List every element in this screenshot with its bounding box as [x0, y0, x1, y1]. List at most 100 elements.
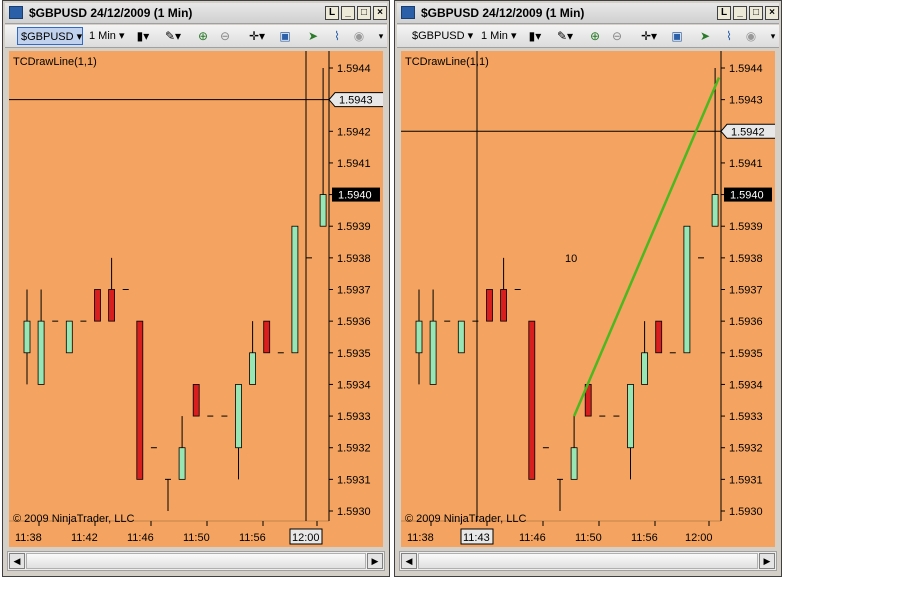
chart-window-left[interactable]: $GBPUSD 24/12/2009 (1 Min) L _ □ × $GBPU…	[2, 0, 390, 577]
drawing-tool-icon[interactable]: ✎▾	[165, 29, 181, 43]
candle-up	[570, 447, 578, 480]
chart-trader-icon[interactable]: ◉	[351, 29, 367, 43]
chart-app-icon	[401, 6, 415, 19]
chart-canvas[interactable]: 1.5944 1.5943 1.5942 1.5941 1.5940 1.5939 1.59…	[401, 51, 775, 547]
horizontal-scrollbar[interactable]: ◀ ▶	[399, 551, 777, 571]
candle-down	[655, 320, 663, 354]
time-tick-label: 11:38	[407, 532, 434, 544]
symbol-dropdown[interactable]: $GBPUSD ▾	[17, 27, 83, 45]
zoom-out-icon[interactable]: ⊖	[609, 29, 625, 43]
link-button[interactable]: L	[325, 6, 339, 20]
maximize-button[interactable]: □	[749, 6, 763, 20]
interval-dropdown[interactable]: 1 Min ▾	[89, 27, 124, 45]
price-tick-label: 1.5932	[337, 443, 371, 455]
toolbar-overflow-icon[interactable]: ▾	[765, 29, 781, 43]
indicators-icon[interactable]: ⌇	[721, 29, 737, 43]
candle-down	[136, 320, 144, 480]
window-title: $GBPUSD 24/12/2009 (1 Min)	[421, 6, 585, 20]
scroll-right-arrow-icon[interactable]: ▶	[367, 553, 383, 569]
candle-up	[319, 194, 327, 227]
crosshair-icon[interactable]: ✛▾	[249, 29, 265, 43]
properties-icon[interactable]: ▣	[277, 29, 293, 43]
price-tick-label: 1.5933	[729, 411, 763, 423]
price-tick-label: 1.5936	[729, 316, 763, 328]
drawing-tool-icon[interactable]: ✎▾	[557, 29, 573, 43]
candle-down	[263, 320, 271, 354]
current-price-marker: 1.5940	[724, 187, 772, 202]
price-tick-label: 1.5930	[337, 506, 371, 518]
price-tick-label: 1.5941	[337, 158, 371, 170]
strategies-icon[interactable]: ➤	[305, 29, 321, 43]
candle-down	[528, 320, 536, 480]
candle-down	[94, 289, 101, 322]
price-tick-label: 1.5938	[729, 253, 763, 265]
window-title: $GBPUSD 24/12/2009 (1 Min)	[29, 6, 193, 20]
candle-up	[249, 352, 257, 385]
interval-dropdown[interactable]: 1 Min ▾	[481, 27, 516, 45]
indicator-label: TCDrawLine(1,1)	[13, 56, 97, 68]
time-tick-label: 11:50	[575, 532, 602, 544]
zoom-in-icon[interactable]: ⊕	[195, 29, 211, 43]
current-price-label: 1.5940	[730, 190, 764, 202]
candle-down	[192, 384, 200, 417]
price-chart[interactable]: 1.5944 1.5943 1.5942 1.5941 1.5940 1.5939 1.59…	[401, 51, 775, 547]
candle-up	[37, 320, 45, 385]
zoom-in-icon[interactable]: ⊕	[587, 29, 603, 43]
price-tick-label: 1.5938	[337, 253, 371, 265]
candle-up	[429, 320, 437, 385]
price-tick-label: 1.5944	[337, 63, 371, 75]
candle-down	[486, 289, 493, 322]
cursor-time-marker: 11:43	[460, 528, 494, 545]
price-tick-label: 1.5944	[729, 63, 763, 75]
current-price-marker: 1.5940	[332, 187, 380, 202]
title-bar[interactable]: $GBPUSD 24/12/2009 (1 Min) L _ □ ×	[397, 3, 779, 24]
price-tick-label: 1.5943	[729, 95, 763, 107]
chart-app-icon	[9, 6, 23, 19]
chart-toolbar: $GBPUSD ▾ 1 Min ▾ ▮▾ ✎▾ ⊕ ⊖ ✛▾ ▣ ➤ ⌇ ◉ ▾	[5, 25, 387, 48]
crosshair-icon[interactable]: ✛▾	[641, 29, 657, 43]
close-button[interactable]: ×	[765, 6, 779, 20]
price-tick-label: 1.5937	[729, 285, 763, 297]
link-button[interactable]: L	[717, 6, 731, 20]
price-tick-label: 1.5934	[729, 379, 763, 391]
candle-up	[683, 225, 691, 354]
candle-up	[711, 194, 719, 227]
horizontal-scrollbar[interactable]: ◀ ▶	[7, 551, 385, 571]
chart-canvas[interactable]: 1.5944 1.5943 1.5942 1.5941 1.5940 1.5939 1.59…	[9, 51, 383, 547]
scroll-left-arrow-icon[interactable]: ◀	[9, 553, 25, 569]
price-tick-label: 1.5930	[729, 506, 763, 518]
cursor-price-label: 1.5943	[339, 95, 373, 107]
price-tick-label: 1.5931	[729, 474, 763, 486]
candle-up	[291, 225, 299, 354]
time-tick-label: 11:46	[127, 532, 154, 544]
properties-icon[interactable]: ▣	[669, 29, 685, 43]
candle-up	[235, 384, 242, 449]
minimize-button[interactable]: _	[733, 6, 747, 20]
price-tick-label: 1.5937	[337, 285, 371, 297]
chart-trader-icon[interactable]: ◉	[743, 29, 759, 43]
indicator-label: TCDrawLine(1,1)	[405, 56, 489, 68]
close-button[interactable]: ×	[373, 6, 387, 20]
minimize-button[interactable]: _	[341, 6, 355, 20]
scroll-thumb[interactable]	[418, 553, 758, 569]
chart-window-right[interactable]: $GBPUSD 24/12/2009 (1 Min) L _ □ × $GBPU…	[394, 0, 782, 577]
maximize-button[interactable]: □	[357, 6, 371, 20]
candlestick-style-icon[interactable]: ▮▾	[135, 29, 151, 43]
candle-down	[500, 289, 507, 322]
scroll-right-arrow-icon[interactable]: ▶	[759, 553, 775, 569]
candle-up	[457, 320, 465, 354]
time-tick-label: 11:56	[631, 532, 658, 544]
candle-up	[178, 447, 186, 480]
toolbar-overflow-icon[interactable]: ▾	[373, 29, 389, 43]
zoom-out-icon[interactable]: ⊖	[217, 29, 233, 43]
strategies-icon[interactable]: ➤	[697, 29, 713, 43]
scroll-left-arrow-icon[interactable]: ◀	[401, 553, 417, 569]
title-bar[interactable]: $GBPUSD 24/12/2009 (1 Min) L _ □ ×	[5, 3, 387, 24]
candle-up	[65, 320, 73, 354]
scroll-thumb[interactable]	[26, 553, 366, 569]
price-chart[interactable]: 1.5944 1.5943 1.5942 1.5941 1.5940 1.5939 1.59…	[9, 51, 383, 547]
time-tick-label: 11:50	[183, 532, 210, 544]
candlestick-style-icon[interactable]: ▮▾	[527, 29, 543, 43]
indicators-icon[interactable]: ⌇	[329, 29, 345, 43]
symbol-dropdown[interactable]: $GBPUSD ▾	[409, 27, 478, 45]
